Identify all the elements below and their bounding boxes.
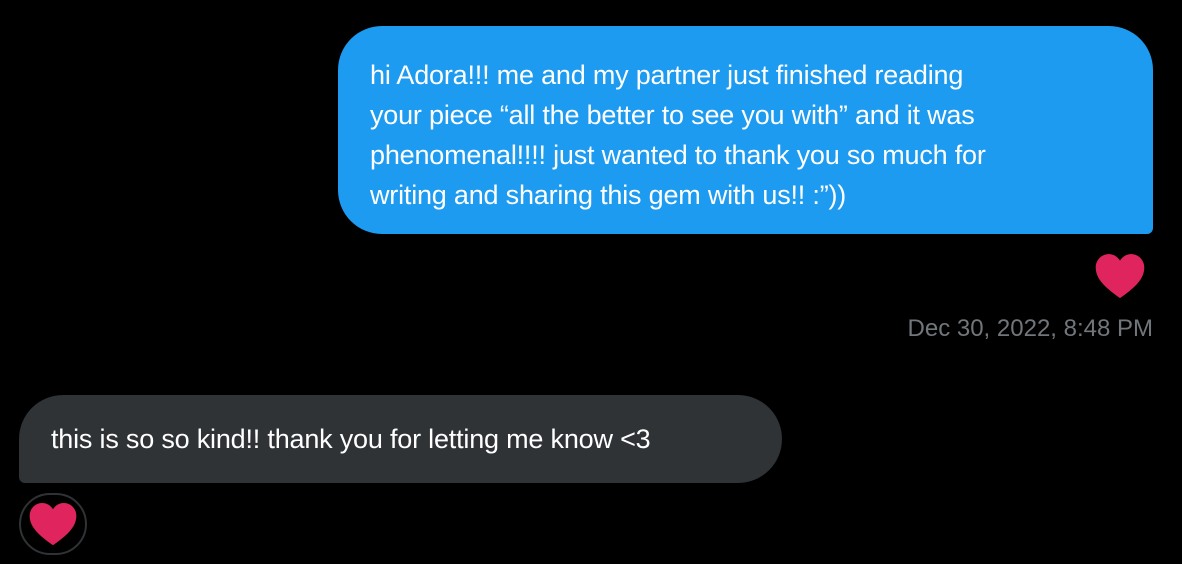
conversation-thread: hi Adora!!! me and my partner just finis… [0,0,1182,564]
heart-icon [1095,254,1145,299]
received-message-reaction-button[interactable] [19,493,87,555]
sent-message-line: phenomenal!!!! just wanted to thank you … [370,140,986,170]
sent-message-line: hi Adora!!! me and my partner just finis… [370,60,964,90]
received-message-text: this is so so kind!! thank you for letti… [51,424,651,454]
sent-message-line: your piece “all the better to see you wi… [370,100,975,130]
message-timestamp: Dec 30, 2022, 8:48 PM [907,315,1153,342]
received-message-bubble[interactable]: this is so so kind!! thank you for letti… [19,395,782,483]
sent-message-reaction-button[interactable] [1094,252,1146,300]
sent-message-bubble[interactable]: hi Adora!!! me and my partner just finis… [338,26,1153,234]
sent-message-line: writing and sharing this gem with us!! :… [370,180,847,210]
heart-icon [29,502,77,546]
